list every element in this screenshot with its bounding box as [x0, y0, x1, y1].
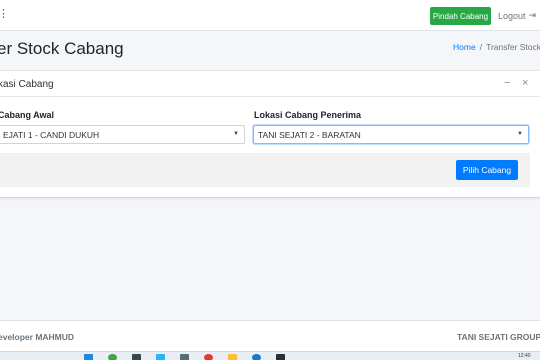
origin-branch-label: Cabang Awal — [0, 110, 55, 120]
caret-down-icon: ▼ — [233, 131, 239, 137]
pilih-cabang-button[interactable]: Pilih Cabang — [456, 160, 518, 180]
app-icon[interactable] — [108, 354, 117, 360]
receiver-branch-select[interactable]: TANI SEJATI 2 - BARATAN ▼ — [253, 125, 529, 144]
card-footer — [0, 153, 530, 187]
app-icon[interactable] — [132, 354, 141, 360]
origin-branch-select[interactable]: EJATI 1 - CANDI DUKUH ▼ — [0, 125, 245, 144]
caret-down-icon: ▼ — [517, 131, 523, 137]
branch-location-card: kasi Cabang − × Cabang Awal EJATI 1 - CA… — [0, 70, 540, 198]
card-header: kasi Cabang − × — [0, 71, 540, 97]
hamburger-icon[interactable]: ⋮ — [0, 9, 9, 20]
taskbar-clock: 12:40 — [518, 353, 531, 359]
app-icon[interactable] — [156, 354, 165, 360]
footer-developer-credit: eveloper MAHMUD — [0, 332, 75, 342]
browser-icon[interactable] — [204, 354, 213, 360]
pindah-cabang-button[interactable]: Pindah Cabang — [430, 7, 491, 25]
page-footer: eveloper MAHMUD TANI SEJATI GROUP — [0, 320, 540, 351]
breadcrumb: Home / Transfer Stock — [453, 42, 540, 52]
logout-label: Logout — [498, 10, 526, 21]
receiver-branch-value: TANI SEJATI 2 - BARATAN — [258, 129, 361, 140]
folder-icon[interactable] — [228, 354, 237, 360]
close-icon[interactable]: × — [522, 77, 528, 89]
sign-out-icon: ⇥ — [528, 10, 537, 20]
app-icon[interactable] — [252, 354, 261, 360]
footer-company-name: TANI SEJATI GROUP — [457, 332, 540, 342]
breadcrumb-current: Transfer Stock — [486, 42, 540, 52]
page-title: er Stock Cabang — [0, 39, 124, 58]
breadcrumb-home[interactable]: Home — [453, 42, 476, 52]
minimize-icon[interactable]: − — [504, 77, 510, 89]
breadcrumb-separator: / — [479, 42, 483, 52]
origin-branch-value: EJATI 1 - CANDI DUKUH — [3, 129, 100, 140]
card-title: kasi Cabang — [0, 79, 54, 90]
os-taskbar: 12:40 — [0, 351, 540, 360]
logout-link[interactable]: Logout ⇥ — [498, 10, 536, 21]
receiver-branch-label: Lokasi Cabang Penerima — [254, 110, 362, 120]
app-icon[interactable] — [276, 354, 285, 360]
start-icon[interactable] — [84, 354, 93, 360]
top-navbar: ⋮ Pindah Cabang Logout ⇥ — [0, 0, 540, 31]
app-icon[interactable] — [180, 354, 189, 360]
